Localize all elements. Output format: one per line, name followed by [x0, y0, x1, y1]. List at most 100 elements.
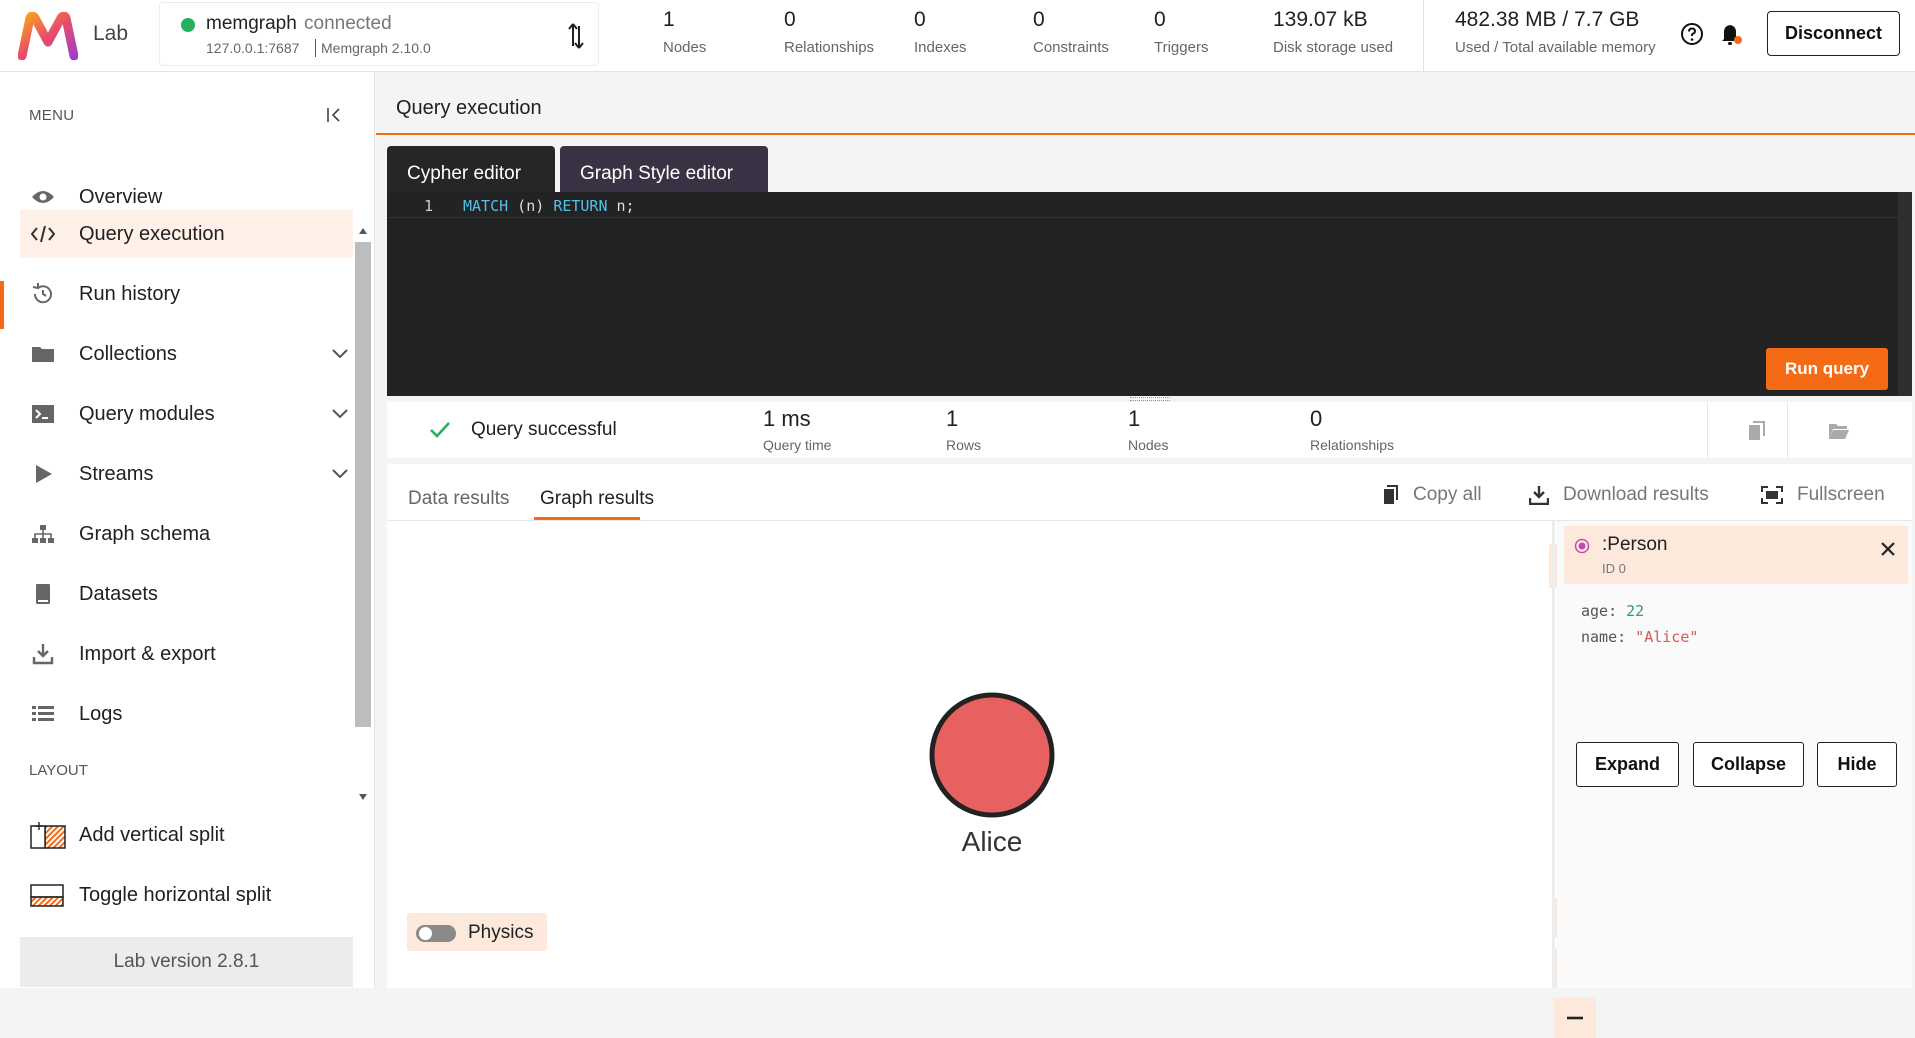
sidebar-item-label: Datasets	[79, 582, 158, 605]
notification-bell-icon[interactable]	[1718, 20, 1744, 48]
tab-data-results[interactable]: Data results	[408, 488, 509, 510]
download-icon	[31, 642, 55, 666]
metric-value: 1	[1128, 406, 1141, 431]
copy-query-icon[interactable]	[1748, 421, 1766, 441]
stat-indexes: 0 Indexes	[914, 8, 967, 56]
tab-label: Cypher editor	[407, 163, 522, 184]
eye-icon	[31, 185, 55, 209]
editor-scrollbar[interactable]	[1898, 192, 1912, 396]
metric-label: Rows	[946, 437, 982, 453]
code-icon	[31, 222, 55, 246]
sidebar-item-label: Streams	[79, 462, 154, 485]
swap-arrows-icon[interactable]	[564, 20, 588, 52]
toggle-switch[interactable]	[416, 925, 456, 942]
stat-disk-storage: 139.07 kB Disk storage used	[1273, 8, 1393, 56]
stat-value: 0	[1033, 8, 1045, 31]
toggle-horizontal-split-button[interactable]: Toggle horizontal split	[20, 871, 353, 919]
copy-all-button[interactable]: Copy all	[1383, 484, 1482, 506]
line-number: 1	[424, 197, 434, 215]
sidebar-item-streams[interactable]: Streams	[20, 450, 353, 498]
stat-label: Triggers	[1154, 39, 1209, 56]
connection-status-dot	[181, 18, 195, 32]
hide-button[interactable]: Hide	[1817, 742, 1897, 787]
run-query-button[interactable]: Run query	[1766, 348, 1888, 390]
tab-cypher-editor[interactable]: Cypher editor	[387, 146, 555, 196]
layout-item-label: Add vertical split	[79, 823, 225, 846]
terminal-icon	[31, 402, 55, 426]
horizontal-split-icon	[29, 880, 67, 910]
sidebar-item-label: Logs	[79, 702, 123, 725]
scrollbar-thumb[interactable]	[355, 242, 371, 727]
metric-value: 0	[1310, 406, 1323, 431]
stat-nodes: 1 Nodes	[663, 8, 706, 56]
code-text[interactable]: MATCH (n) RETURN n;	[463, 197, 635, 215]
fullscreen-label: Fullscreen	[1797, 484, 1885, 505]
tab-label: Graph Style editor	[580, 163, 734, 184]
connection-host: 127.0.0.1:7687	[206, 40, 300, 56]
fullscreen-icon	[1761, 486, 1783, 504]
stat-value: 139.07 kB	[1273, 8, 1368, 31]
connection-status: connected	[304, 13, 392, 34]
sidebar-item-query-execution[interactable]: Query execution	[20, 210, 353, 258]
graph-node[interactable]	[929, 692, 1055, 818]
sidebar-item-label: Graph schema	[79, 522, 211, 545]
tab-graph-results[interactable]: Graph results	[540, 488, 654, 510]
sidebar-item-run-history[interactable]: Run history	[20, 270, 353, 318]
sidebar-item-import-export[interactable]: Import & export	[20, 630, 353, 678]
sidebar-item-logs[interactable]: Logs	[20, 690, 353, 738]
memgraph-logo[interactable]	[18, 12, 78, 60]
vertical-split-icon	[29, 820, 67, 850]
property-value: "Alice"	[1635, 628, 1699, 646]
fullscreen-button[interactable]: Fullscreen	[1761, 484, 1885, 506]
zoom-out-button[interactable]	[1554, 998, 1596, 1038]
download-results-button[interactable]: Download results	[1529, 484, 1709, 506]
db-version: Memgraph 2.10.0	[321, 40, 431, 56]
stat-memory: 482.38 MB / 7.7 GB Used / Total availabl…	[1455, 8, 1656, 56]
sidebar-item-label: Run history	[79, 282, 181, 305]
connection-panel[interactable]: memgraph connected 127.0.0.1:7687 Memgra…	[159, 2, 599, 66]
chevron-down-icon[interactable]	[331, 468, 349, 480]
open-folder-icon[interactable]	[1828, 422, 1850, 440]
physics-label: Physics	[468, 922, 534, 943]
metric-value: 1	[946, 406, 959, 431]
node-property: age: 22	[1581, 602, 1645, 620]
stat-constraints: 0 Constraints	[1033, 8, 1109, 56]
property-key: name	[1581, 628, 1618, 646]
add-vertical-split-button[interactable]: Add vertical split	[20, 811, 353, 859]
physics-toggle[interactable]: Physics	[407, 913, 547, 951]
sidebar-item-datasets[interactable]: Datasets	[20, 570, 353, 618]
keyword-return: RETURN	[553, 197, 608, 215]
editor-line[interactable]: 1 MATCH (n) RETURN n;	[387, 192, 1899, 218]
sidebar-item-query-modules[interactable]: Query modules	[20, 390, 353, 438]
metric-nodes: 1 Nodes	[1128, 406, 1168, 453]
download-icon	[1529, 486, 1549, 505]
sidebar-item-collections[interactable]: Collections	[20, 330, 353, 378]
chevron-down-icon[interactable]	[331, 408, 349, 420]
sidebar-item-label: Collections	[79, 342, 177, 365]
sidebar-item-label: Import & export	[79, 642, 216, 665]
book-icon	[31, 582, 55, 606]
resize-handle[interactable]	[1130, 397, 1170, 401]
help-icon[interactable]	[1680, 22, 1704, 46]
stat-value: 0	[784, 8, 796, 31]
tab-graph-style-editor[interactable]: Graph Style editor	[560, 146, 768, 196]
disconnect-button[interactable]: Disconnect	[1767, 11, 1900, 56]
cypher-code-editor[interactable]: 1 MATCH (n) RETURN n;	[387, 192, 1912, 396]
sidebar-item-label: Overview	[79, 185, 163, 208]
stat-relationships: 0 Relationships	[784, 8, 874, 56]
check-icon	[430, 422, 450, 438]
menu-heading: MENU	[29, 107, 75, 124]
collapse-sidebar-icon[interactable]	[325, 106, 343, 124]
panel-resize-handle[interactable]	[1552, 521, 1555, 988]
property-key: age	[1581, 602, 1609, 620]
chevron-down-icon[interactable]	[331, 348, 349, 360]
sidebar-item-graph-schema[interactable]: Graph schema	[20, 510, 353, 558]
collapse-button[interactable]: Collapse	[1693, 742, 1804, 787]
node-id: ID 0	[1602, 561, 1626, 576]
expand-button[interactable]: Expand	[1576, 742, 1679, 787]
metric-rows: 1 Rows	[946, 406, 981, 453]
close-icon[interactable]	[1880, 541, 1896, 557]
code-fragment: (n)	[508, 197, 554, 215]
query-status-text: Query successful	[471, 419, 617, 440]
active-indicator	[0, 281, 4, 329]
